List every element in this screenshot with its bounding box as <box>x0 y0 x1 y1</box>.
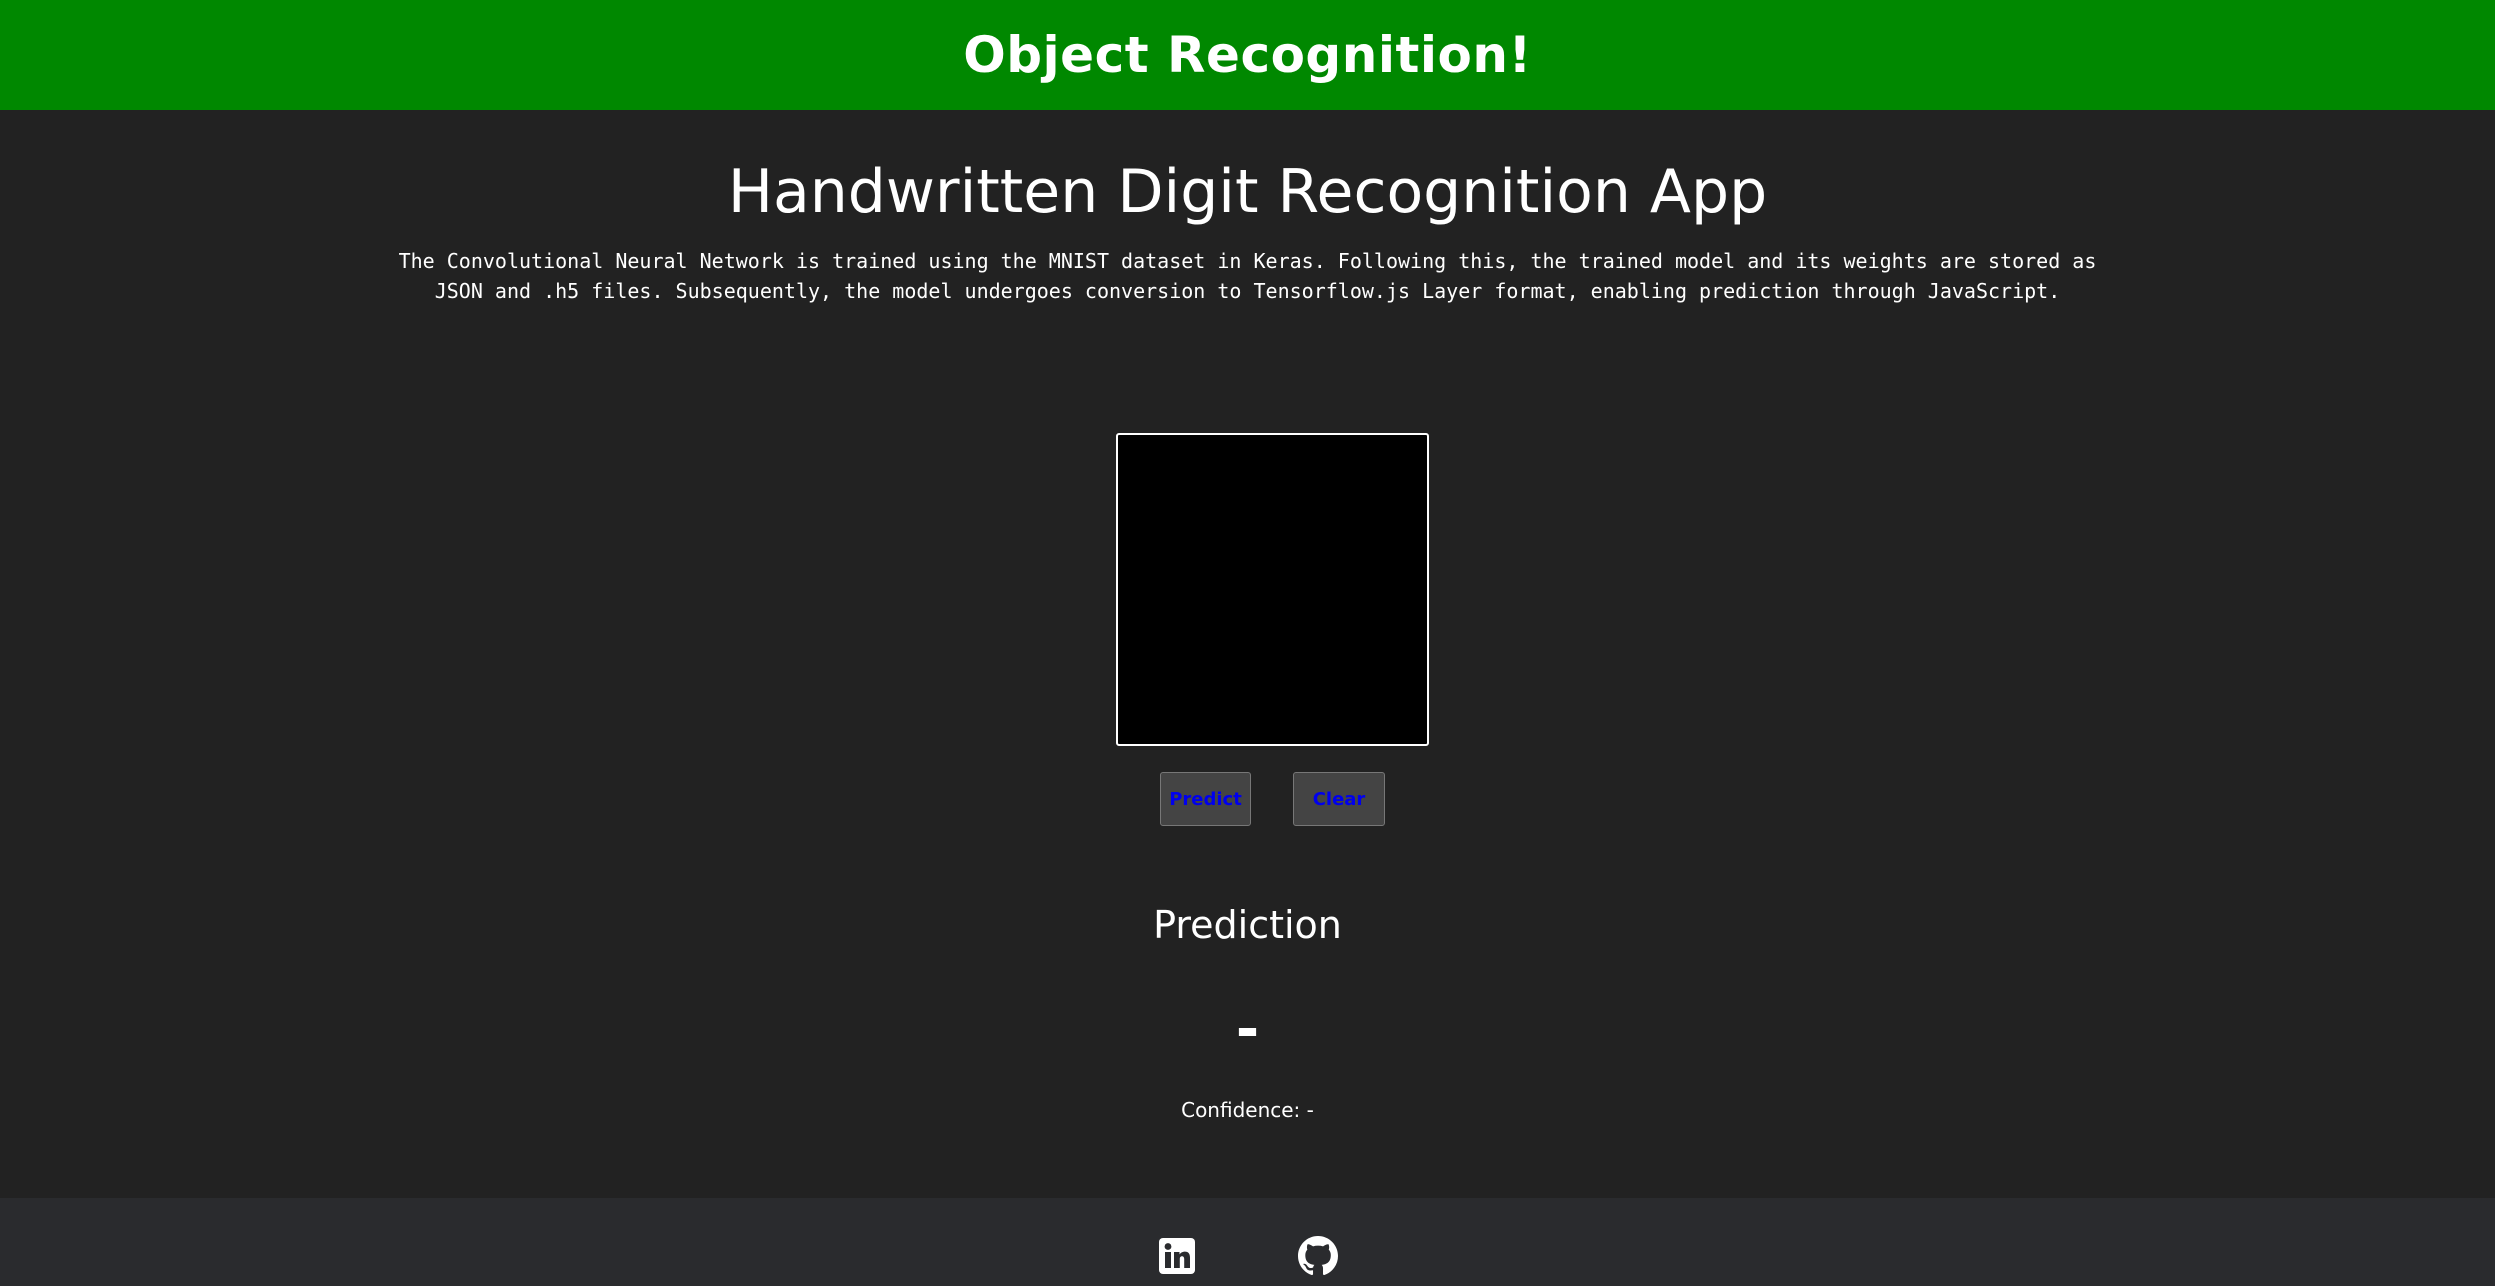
prediction-heading: Prediction <box>1153 903 1342 947</box>
footer <box>0 1198 2495 1286</box>
page-title: Handwritten Digit Recognition App <box>727 157 1768 227</box>
top-navbar: Object Recognition! <box>0 0 2495 110</box>
navbar-title: Object Recognition! <box>963 26 1532 84</box>
clear-button[interactable]: Clear <box>1293 772 1385 826</box>
prediction-value: - <box>1235 997 1260 1062</box>
linkedin-icon[interactable] <box>1157 1236 1197 1276</box>
github-icon-graphic <box>1298 1236 1338 1276</box>
app-description: The Convolutional Neural Network is trai… <box>398 249 2097 303</box>
github-icon[interactable] <box>1298 1236 1338 1276</box>
linkedin-icon-graphic <box>1159 1238 1195 1274</box>
confidence-text: Confidence: - <box>1181 1098 1314 1122</box>
drawing-canvas[interactable] <box>1116 433 1429 746</box>
predict-button[interactable]: Predict <box>1160 772 1251 826</box>
